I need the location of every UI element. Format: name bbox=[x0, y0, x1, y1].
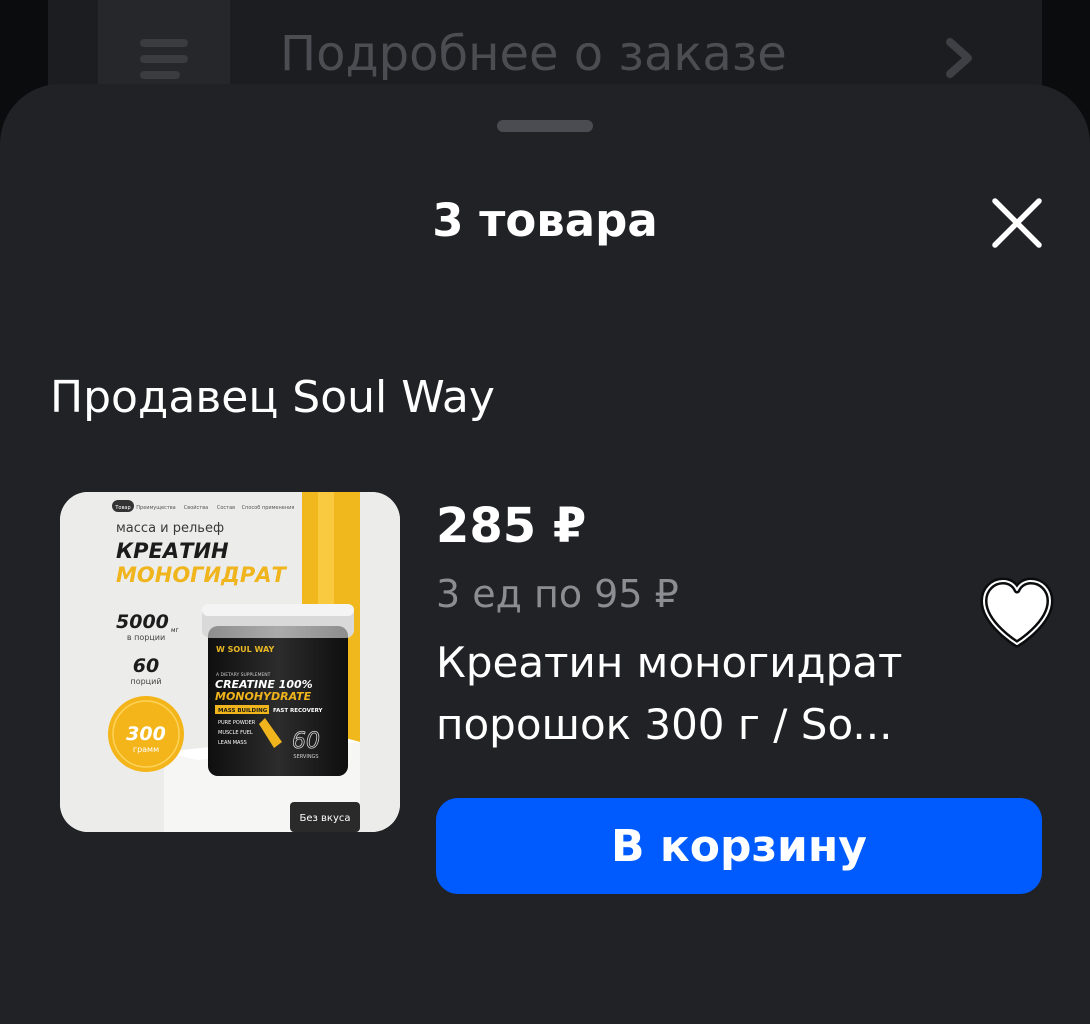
sheet-title: 3 товара bbox=[432, 194, 658, 247]
servings-value: 60 bbox=[133, 655, 159, 677]
chevron-right-icon bbox=[946, 38, 972, 78]
add-to-cart-button[interactable]: В корзину bbox=[436, 798, 1042, 894]
heart-icon bbox=[980, 577, 1054, 648]
image-heading: КРЕАТИН bbox=[116, 539, 229, 563]
close-button[interactable] bbox=[986, 192, 1048, 254]
image-tagline: масса и рельеф bbox=[116, 521, 224, 536]
servings-caption: порций bbox=[130, 677, 161, 686]
image-tab: Состав bbox=[217, 505, 235, 511]
seller-name[interactable]: Продавец Soul Way bbox=[50, 372, 495, 423]
jar-servings: 60 bbox=[292, 729, 320, 754]
product-price: 285 ₽ bbox=[436, 498, 587, 554]
image-tab: Преимущества bbox=[136, 505, 175, 511]
jar-feature: MUSCLE FUEL bbox=[218, 730, 253, 736]
jar-servings-label: SERVINGS bbox=[293, 754, 318, 760]
dose-unit: мг bbox=[171, 627, 179, 634]
weight-value: 300 bbox=[126, 723, 166, 745]
dose-value: 5000 bbox=[116, 611, 169, 633]
dose-caption: в порции bbox=[127, 633, 165, 642]
product-image[interactable]: Без вкуса Товар Преимущества Свойства Со… bbox=[60, 492, 400, 832]
product-photo: Без вкуса Товар Преимущества Свойства Со… bbox=[60, 492, 400, 832]
order-details-link[interactable]: Подробнее о заказе bbox=[280, 26, 787, 82]
menu-icon bbox=[140, 39, 188, 79]
weight-caption: грамм bbox=[133, 745, 159, 754]
close-icon bbox=[992, 198, 1042, 248]
sheet-grabber[interactable] bbox=[497, 120, 593, 132]
favorite-button[interactable] bbox=[976, 574, 1058, 652]
jar-band: MASS BUILDING bbox=[218, 708, 268, 714]
jar-feature: LEAN MASS bbox=[218, 740, 247, 746]
product-unit-price: 3 ед по 95 ₽ bbox=[436, 572, 679, 616]
image-tab: Свойства bbox=[184, 504, 208, 511]
flavor-label: Без вкуса bbox=[300, 813, 351, 824]
jar-brand: W SOUL WAY bbox=[216, 645, 274, 654]
image-tab: Способ применения bbox=[242, 505, 295, 511]
jar-title: MONOHYDRATE bbox=[215, 690, 312, 703]
image-tab: Товар bbox=[114, 505, 130, 511]
jar-band: FAST RECOVERY bbox=[273, 708, 324, 714]
jar-feature: PURE POWDER bbox=[218, 720, 256, 726]
product-title[interactable]: Креатин моногидрат порошок 300 г / So... bbox=[436, 632, 996, 756]
image-heading: МОНОГИДРАТ bbox=[116, 563, 287, 587]
items-bottom-sheet: 3 товара Продавец Soul Way Без вкуса Тов… bbox=[0, 84, 1090, 1024]
